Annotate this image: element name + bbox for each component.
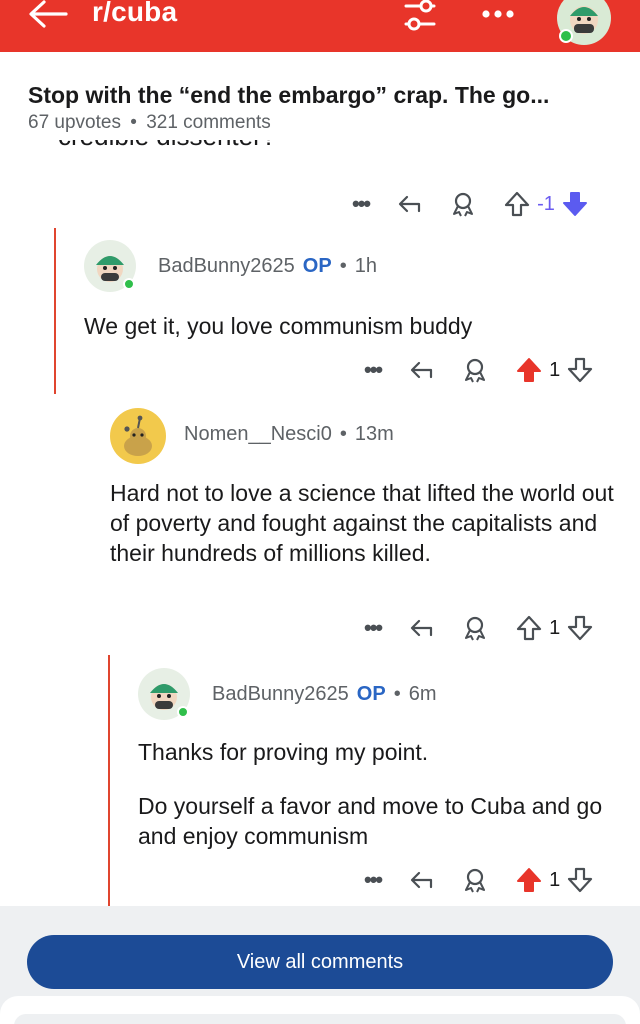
username[interactable]: BadBunny2625 [158,255,295,278]
meta-separator: • [393,682,401,705]
vote-count: 1 [549,358,561,381]
avatar[interactable] [110,408,166,464]
post-header[interactable]: Stop with the “end the embargo” crap. Th… [0,52,640,146]
comment-count: 321 comments [146,112,271,133]
avatar[interactable] [138,668,190,720]
comment-text: Hard not to love a science that lifted t… [110,480,614,566]
comment-age: 6m [408,682,437,705]
upvote-icon-active[interactable] [515,356,543,384]
online-indicator [177,706,189,718]
comment-text: We get it, you love communism buddy [84,313,473,339]
bottom-sheet [0,996,640,1024]
more-options-button[interactable]: ••• [364,867,383,893]
award-icon[interactable] [449,190,477,218]
post-title[interactable]: Stop with the “end the embargo” crap. Th… [28,82,549,109]
award-icon[interactable] [461,614,489,642]
comment-header: Nomen__Nesci0 • 13m [110,408,394,464]
reply-icon[interactable] [407,866,435,894]
vote-count: -1 [537,192,555,215]
subreddit-name[interactable]: r/cuba [92,0,177,28]
comment-actions: ••• 1 [364,352,594,388]
footer: View all comments [0,906,640,1024]
view-all-comments-button[interactable]: View all comments [27,935,613,989]
comment-header: BadBunny2625 OP • 6m [138,668,437,720]
award-icon[interactable] [461,356,489,384]
online-indicator [123,278,135,290]
comment-input-area[interactable] [14,1014,626,1024]
comment-age: 13m [354,422,394,445]
award-icon[interactable] [461,866,489,894]
thread-line[interactable] [108,655,110,907]
comment-header: BadBunny2625 OP • 1h [84,240,377,292]
more-options-button[interactable]: ••• [364,615,383,641]
top-app-bar: r/cuba [0,0,640,52]
downvote-icon[interactable] [566,866,594,894]
parent-comment-text-cutoff: credible dissenter? [58,140,276,166]
more-options-icon[interactable] [478,0,518,30]
upvote-icon[interactable] [503,190,531,218]
username[interactable]: BadBunny2625 [212,683,349,706]
comment-age: 1h [354,254,377,277]
comment-body: Thanks for proving my point. Do yourself… [138,737,608,851]
downvote-icon[interactable] [566,614,594,642]
upvote-count: 67 upvotes [28,112,121,133]
reply-icon[interactable] [407,356,435,384]
upvote-icon[interactable] [515,614,543,642]
comment-text: Do yourself a favor and move to Cuba and… [138,793,603,849]
op-badge: OP [356,682,386,705]
op-badge: OP [302,254,332,277]
vote-count: 1 [549,616,561,639]
more-options-button[interactable]: ••• [364,357,383,383]
more-options-button[interactable]: ••• [352,191,371,217]
comment-body: Hard not to love a science that lifted t… [110,478,624,568]
post-meta: 67 upvotes • 321 comments [28,112,271,134]
upvote-icon-active[interactable] [515,866,543,894]
username[interactable]: Nomen__Nesci0 [184,423,332,446]
reply-icon[interactable] [395,190,423,218]
meta-separator: • [339,422,347,445]
vote-count: 1 [549,868,561,891]
meta-separator: • [130,112,137,133]
comment-actions: ••• 1 [364,610,594,646]
meta-separator: • [339,254,347,277]
reply-icon[interactable] [407,614,435,642]
user-avatar-icon[interactable] [556,0,612,46]
avatar[interactable] [84,240,136,292]
back-arrow-icon[interactable] [26,0,70,30]
thread-line[interactable] [54,228,56,394]
filter-icon[interactable] [400,0,440,36]
comment-actions: ••• 1 [364,862,594,898]
downvote-icon[interactable] [566,356,594,384]
comment-text: Thanks for proving my point. [138,739,429,765]
downvote-icon-active[interactable] [561,190,589,218]
comment-body: We get it, you love communism buddy [84,311,604,341]
parent-comment-actions: ••• -1 [352,186,589,222]
